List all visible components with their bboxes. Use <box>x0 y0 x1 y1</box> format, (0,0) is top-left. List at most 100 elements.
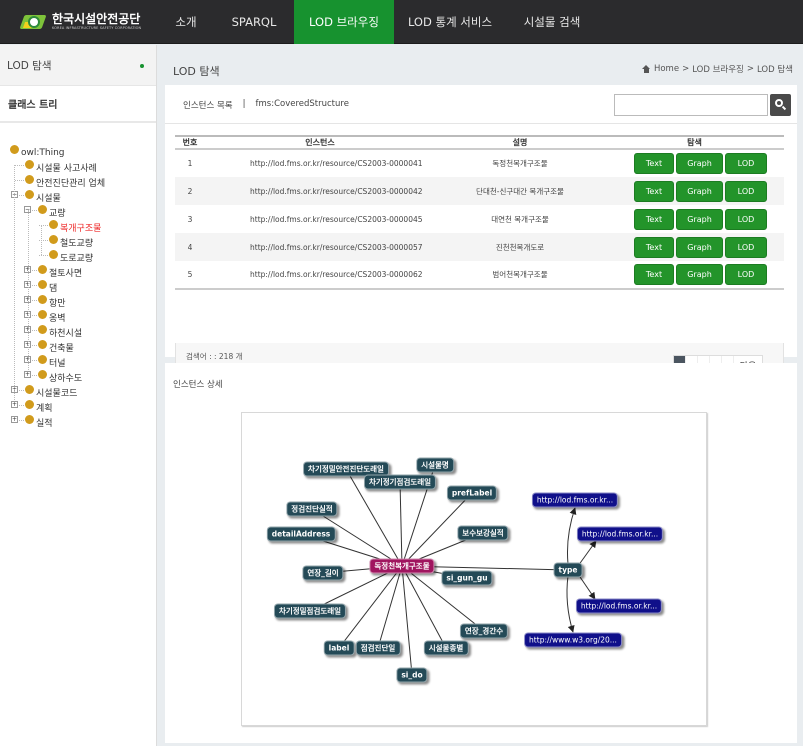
logo[interactable]: 한국시설안전공단 KOREA INFRASTRUCTURE SAFETY COR… <box>19 10 141 34</box>
graph-edge <box>377 565 403 649</box>
row-number: 3 <box>187 214 193 224</box>
expand-icon[interactable]: + <box>11 416 18 423</box>
tree-node[interactable]: 교량 <box>38 205 66 220</box>
graph-uri-node[interactable]: http://www.w3.org/20... <box>524 632 622 648</box>
main-nav: 소개 SPARQL LOD 브라우징 LOD 통계 서비스 시설물 검색 <box>158 0 598 44</box>
class-node-icon <box>38 265 47 274</box>
table-row: 3 http://lod.fms.or.kr/resource/CS2003-00… <box>175 205 784 233</box>
tree-node[interactable]: 실적 <box>25 415 53 430</box>
tree-connector <box>15 180 24 181</box>
graph-edge <box>399 481 403 567</box>
tree-node[interactable]: 철도교량 <box>49 235 93 250</box>
search-input[interactable] <box>614 94 768 116</box>
graph-edge <box>338 565 403 649</box>
tree-node[interactable]: 복개구조물 <box>49 220 101 235</box>
graph-button[interactable]: Graph <box>676 153 723 174</box>
breadcrumb-separator: > <box>746 64 754 74</box>
graph-button[interactable]: Graph <box>676 264 723 285</box>
tree-node[interactable]: 댐 <box>38 280 57 295</box>
tree-node-label: 철도교량 <box>60 239 94 249</box>
breadcrumb-lod-browsing[interactable]: LOD 브라우징 <box>692 63 744 75</box>
tree-node[interactable]: 안전진단관리 업체 <box>25 175 105 190</box>
tree-node-label: 상하수도 <box>49 374 83 384</box>
text-button[interactable]: Text <box>634 153 674 174</box>
tree-node-label: 시설물 사고사례 <box>36 164 97 174</box>
search-button[interactable] <box>770 94 791 116</box>
expand-icon[interactable]: + <box>11 401 18 408</box>
graph-property-node[interactable]: si_gun_gu <box>441 570 493 586</box>
tree-node[interactable]: 도로교량 <box>49 250 93 265</box>
text-button[interactable]: Text <box>634 264 674 285</box>
graph-uri-node[interactable]: http://lod.fms.or.kr... <box>531 492 619 508</box>
class-node-icon <box>38 325 47 334</box>
tree-node[interactable]: 상하수도 <box>38 370 82 385</box>
graph-property-node[interactable]: 시설물종별 <box>423 640 469 656</box>
class-node-icon <box>38 370 47 379</box>
graph-arrow-edge <box>566 575 575 633</box>
class-node-icon <box>49 220 58 229</box>
expand-icon[interactable]: + <box>24 371 31 378</box>
text-button[interactable]: Text <box>634 208 674 230</box>
lod-button[interactable]: LOD <box>725 153 767 174</box>
graph-type-node[interactable]: type <box>553 562 583 578</box>
home-icon <box>641 64 651 74</box>
nav-item-lod-statistics[interactable]: LOD 통계 서비스 <box>394 0 506 44</box>
lod-button[interactable]: LOD <box>725 264 767 285</box>
nav-item-facility-search[interactable]: 시설물 검색 <box>506 0 598 44</box>
lod-button[interactable]: LOD <box>725 236 767 258</box>
graph-property-node[interactable]: 연장_경간수 <box>459 623 509 639</box>
table-row: 1 http://lod.fms.or.kr/resource/CS2003-00… <box>175 149 784 177</box>
graph-property-node[interactable]: 차기정기점검도래일 <box>363 474 437 490</box>
graph-uri-node[interactable]: http://lod.fms.or.kr... <box>575 598 663 614</box>
graph-center-node[interactable]: 독정천복개구조물 <box>369 558 435 574</box>
nav-item-lod-browsing[interactable]: LOD 브라우징 <box>294 0 394 44</box>
tree-node[interactable]: 계획 <box>25 400 53 415</box>
tree-node[interactable]: 항만 <box>38 295 66 310</box>
tree-node[interactable]: 시설물코드 <box>25 385 77 400</box>
graph-property-node[interactable]: 연장_길이 <box>302 565 344 581</box>
graph-canvas[interactable]: 차기정밀안전진단도래일 시설물명 차기정기점검도래일 prefLabel 정검진단실적 보… <box>241 412 707 726</box>
tree-node[interactable]: 하천시설 <box>38 325 82 340</box>
lod-button[interactable]: LOD <box>725 208 767 230</box>
graph-button[interactable]: Graph <box>676 208 723 230</box>
row-number: 2 <box>175 177 205 205</box>
graph-property-node[interactable]: 보수보강실적 <box>457 525 509 541</box>
sidebar-header[interactable]: LOD 탐색 <box>0 45 156 86</box>
breadcrumb-home[interactable]: Home <box>654 64 679 74</box>
graph-property-node[interactable]: 점검진단일 <box>355 640 401 656</box>
nav-item-intro[interactable]: 소개 <box>158 0 214 44</box>
graph-property-node[interactable]: 정검진단실적 <box>286 501 338 517</box>
graph-property-node[interactable]: prefLabel <box>446 485 498 501</box>
lod-button[interactable]: LOD <box>725 180 767 202</box>
tree-node-label: 계획 <box>36 404 53 414</box>
graph-property-node[interactable]: 차기정밀점검도래일 <box>273 603 347 619</box>
tree-node-label: 항만 <box>49 299 66 309</box>
tree-node[interactable]: 옹벽 <box>38 310 66 325</box>
nav-item-sparql[interactable]: SPARQL <box>214 0 294 44</box>
table-row: 5 http://lod.fms.or.kr/resource/CS2003-00… <box>175 261 784 290</box>
tree-node[interactable]: 건축물 <box>38 340 74 355</box>
class-node-icon <box>25 190 34 199</box>
tree-node[interactable]: owl:Thing <box>10 145 65 160</box>
tree-node[interactable]: 터널 <box>38 355 66 370</box>
graph-button[interactable]: Graph <box>676 180 723 202</box>
logo-icon <box>19 13 47 31</box>
tree-node[interactable]: 시설물 사고사례 <box>25 160 97 175</box>
class-node-icon <box>25 415 34 424</box>
text-button[interactable]: Text <box>634 236 674 258</box>
text-button[interactable]: Text <box>634 180 674 202</box>
graph-button[interactable]: Graph <box>676 236 723 258</box>
tree-guide-line <box>14 165 15 400</box>
graph-arrow-edge <box>577 573 596 600</box>
graph-uri-node[interactable]: http://lod.fms.or.kr... <box>576 526 664 542</box>
tree-node[interactable]: 시설물 <box>25 190 61 205</box>
tree-node[interactable]: 절토사면 <box>38 265 82 280</box>
tree-node-label: 건축물 <box>49 344 74 354</box>
instance-uri: http://lod.fms.or.kr/resource/CS2003-000… <box>250 214 423 224</box>
graph-property-node[interactable]: 시설물명 <box>416 457 454 473</box>
graph-property-node[interactable]: si_do <box>396 667 428 683</box>
graph-property-node[interactable]: detailAddress <box>266 526 336 542</box>
tree-guide-line <box>28 210 29 370</box>
divider <box>165 123 797 124</box>
graph-property-node[interactable]: label <box>323 640 355 656</box>
